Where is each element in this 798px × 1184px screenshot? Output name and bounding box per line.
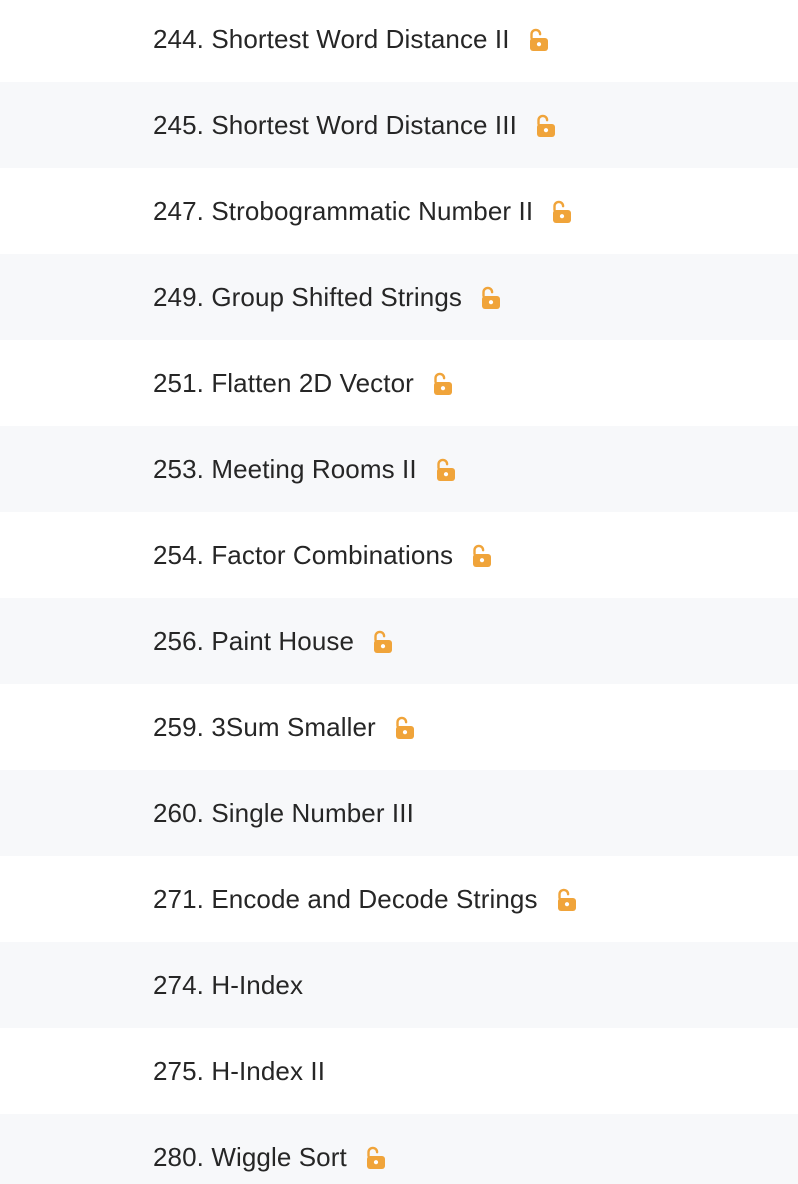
premium-lock-icon (554, 887, 580, 913)
problem-title[interactable]: 259. 3Sum Smaller (153, 712, 376, 743)
problem-row[interactable]: 280. Wiggle Sort (0, 1114, 798, 1184)
problem-title[interactable]: 253. Meeting Rooms II (153, 454, 417, 485)
problem-title[interactable]: 251. Flatten 2D Vector (153, 368, 414, 399)
problem-title[interactable]: 245. Shortest Word Distance III (153, 110, 517, 141)
problem-row[interactable]: 253. Meeting Rooms II (0, 426, 798, 512)
problem-row[interactable]: 245. Shortest Word Distance III (0, 82, 798, 168)
premium-lock-icon (430, 371, 456, 397)
premium-lock-icon (370, 629, 396, 655)
problem-title[interactable]: 254. Factor Combinations (153, 540, 453, 571)
problem-title[interactable]: 275. H-Index II (153, 1056, 325, 1087)
premium-lock-icon (363, 1145, 389, 1171)
problem-row[interactable]: 274. H-Index (0, 942, 798, 1028)
premium-lock-icon (433, 457, 459, 483)
premium-lock-icon (392, 715, 418, 741)
problem-row[interactable]: 247. Strobogrammatic Number II (0, 168, 798, 254)
problem-title[interactable]: 256. Paint House (153, 626, 354, 657)
problem-title[interactable]: 260. Single Number III (153, 798, 414, 829)
problem-row[interactable]: 259. 3Sum Smaller (0, 684, 798, 770)
problem-row[interactable]: 244. Shortest Word Distance II (0, 0, 798, 82)
problem-row[interactable]: 254. Factor Combinations (0, 512, 798, 598)
problem-row[interactable]: 251. Flatten 2D Vector (0, 340, 798, 426)
problem-row[interactable]: 275. H-Index II (0, 1028, 798, 1114)
premium-lock-icon (469, 543, 495, 569)
problem-title[interactable]: 247. Strobogrammatic Number II (153, 196, 533, 227)
problem-title[interactable]: 244. Shortest Word Distance II (153, 24, 510, 55)
problem-row[interactable]: 256. Paint House (0, 598, 798, 684)
problem-title[interactable]: 274. H-Index (153, 970, 303, 1001)
problem-row[interactable]: 260. Single Number III (0, 770, 798, 856)
premium-lock-icon (478, 285, 504, 311)
problem-list: 244. Shortest Word Distance II 245. Short… (0, 0, 798, 1184)
premium-lock-icon (526, 27, 552, 53)
premium-lock-icon (549, 199, 575, 225)
problem-row[interactable]: 249. Group Shifted Strings (0, 254, 798, 340)
problem-title[interactable]: 271. Encode and Decode Strings (153, 884, 538, 915)
problem-title[interactable]: 249. Group Shifted Strings (153, 282, 462, 313)
premium-lock-icon (533, 113, 559, 139)
problem-title[interactable]: 280. Wiggle Sort (153, 1142, 347, 1173)
problem-row[interactable]: 271. Encode and Decode Strings (0, 856, 798, 942)
